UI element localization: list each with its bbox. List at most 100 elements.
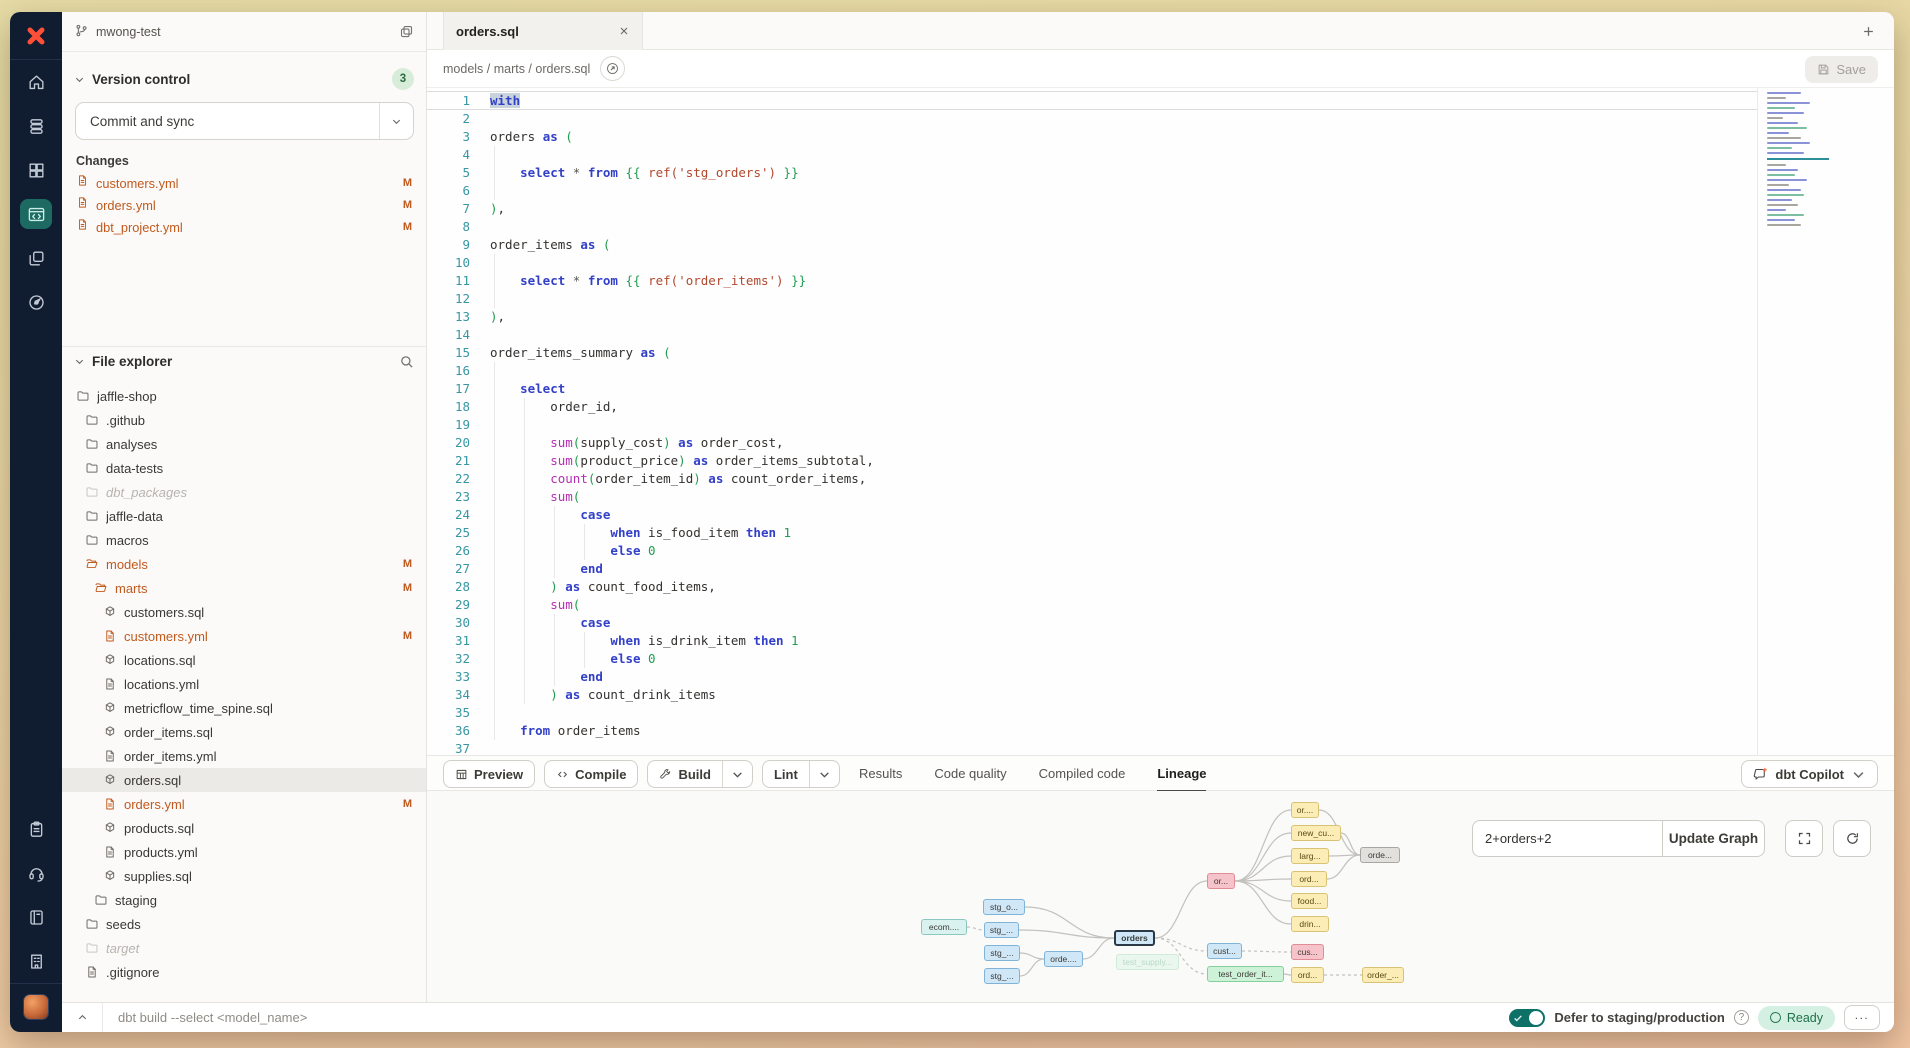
lineage-panel[interactable]: ecom....stg_o...stg_...stg_...stg_...ord… (427, 791, 1894, 1002)
apps-grid-icon[interactable] (10, 148, 62, 192)
commit-options-chevron-icon[interactable] (379, 103, 413, 139)
lineage-node-larg[interactable]: larg... (1291, 848, 1329, 864)
lint-options-chevron-icon[interactable] (809, 761, 839, 787)
lineage-node-test_supply[interactable]: test_supply... (1116, 954, 1179, 970)
file-tree-item-products.sql[interactable]: products.sql (62, 816, 426, 840)
lineage-node-ecom[interactable]: ecom.... (921, 919, 967, 935)
lineage-node-orders[interactable]: orders (1114, 930, 1155, 946)
preview-button[interactable]: Preview (443, 760, 535, 788)
lineage-node-stg_[interactable]: stg_... (984, 968, 1020, 984)
file-tree-item-locations.yml[interactable]: locations.yml (62, 672, 426, 696)
status-bar: Defer to staging/production ? Ready ... (62, 1002, 1894, 1032)
close-tab-icon[interactable] (618, 25, 630, 37)
lineage-node-or[interactable]: or... (1207, 873, 1235, 889)
file-tree-item-customers.sql[interactable]: customers.sql (62, 600, 426, 624)
copy-branch-icon[interactable] (399, 24, 414, 39)
refresh-graph-button[interactable] (1833, 820, 1871, 857)
file-tree-item-jaffle-data[interactable]: jaffle-data (62, 504, 426, 528)
clipboard-icon[interactable] (10, 807, 62, 851)
editor-minimap[interactable] (1767, 92, 1829, 229)
compile-button[interactable]: Compile (544, 760, 638, 788)
lineage-node-order_[interactable]: order_... (1362, 967, 1404, 983)
file-tree-item-jaffle-shop[interactable]: jaffle-shop (62, 384, 426, 408)
app-window: mwong-test Version control 3 Commit and … (10, 12, 1894, 1032)
result-tab-compiled-code[interactable]: Compiled code (1039, 756, 1126, 792)
save-button[interactable]: Save (1805, 56, 1878, 83)
headset-support-icon[interactable] (10, 851, 62, 895)
dbt-copilot-button[interactable]: dbt Copilot (1741, 760, 1878, 788)
lineage-node-cus[interactable]: cus... (1291, 944, 1324, 960)
code-editor[interactable]: 1with23orders as (45 select * from {{ re… (427, 88, 1894, 755)
lint-button[interactable]: Lint (762, 760, 840, 788)
line-number: 16 (427, 362, 470, 380)
new-tab-button[interactable] (1856, 19, 1880, 43)
user-avatar[interactable] (23, 994, 49, 1020)
result-tab-results[interactable]: Results (859, 756, 902, 792)
lineage-selector-input[interactable] (1472, 820, 1662, 857)
lineage-node-ord[interactable]: ord... (1291, 871, 1327, 887)
building-icon[interactable] (10, 939, 62, 983)
changed-file-orders.yml[interactable]: orders.yml M (62, 194, 426, 216)
file-tree-item-order_items.sql[interactable]: order_items.sql (62, 720, 426, 744)
file-tree-item-marts[interactable]: martsM (62, 576, 426, 600)
help-icon[interactable]: ? (1734, 1010, 1749, 1025)
build-button[interactable]: Build (647, 760, 753, 788)
file-tree-item-products.yml[interactable]: products.yml (62, 840, 426, 864)
lineage-node-drin[interactable]: drin... (1291, 916, 1329, 932)
collapse-command-bar-button[interactable] (62, 1003, 103, 1032)
search-icon[interactable] (399, 354, 414, 369)
more-options-button[interactable]: ... (1844, 1005, 1880, 1030)
lineage-node-stg_[interactable]: stg_... (984, 945, 1020, 961)
file-tree-item-macros[interactable]: macros (62, 528, 426, 552)
lineage-node-new_cu[interactable]: new_cu... (1291, 825, 1341, 841)
chevron-down-icon[interactable] (74, 356, 85, 367)
develop-code-icon[interactable] (10, 192, 62, 236)
file-tree-item-.github[interactable]: .github (62, 408, 426, 432)
dbt-logo-icon[interactable] (10, 12, 62, 60)
deploy-stack-icon[interactable] (10, 104, 62, 148)
lineage-node-cust[interactable]: cust... (1207, 943, 1242, 959)
file-tree-item-staging[interactable]: staging (62, 888, 426, 912)
lineage-node-ord[interactable]: ord... (1291, 967, 1324, 983)
lineage-node-food[interactable]: food... (1291, 893, 1328, 909)
result-tab-lineage[interactable]: Lineage (1157, 756, 1206, 792)
lineage-node-stg_[interactable]: stg_... (984, 922, 1019, 938)
file-tree-item-orders.yml[interactable]: orders.ymlM (62, 792, 426, 816)
file-tree-item-metricflow_time_spine.sql[interactable]: metricflow_time_spine.sql (62, 696, 426, 720)
file-tree-item-analyses[interactable]: analyses (62, 432, 426, 456)
file-tree-item-dbt_packages[interactable]: dbt_packages (62, 480, 426, 504)
docs-book-icon[interactable] (10, 895, 62, 939)
home-icon[interactable] (10, 60, 62, 104)
build-options-chevron-icon[interactable] (722, 761, 752, 787)
tab-orders-sql[interactable]: orders.sql (443, 12, 643, 50)
lineage-node-test_order_it[interactable]: test_order_it... (1207, 966, 1284, 982)
file-tree-item-data-tests[interactable]: data-tests (62, 456, 426, 480)
changed-file-customers.yml[interactable]: customers.yml M (62, 172, 426, 194)
file-tree-item-supplies.sql[interactable]: supplies.sql (62, 864, 426, 888)
line-number: 12 (427, 290, 470, 308)
lineage-node-or[interactable]: or.... (1291, 802, 1319, 818)
chevron-down-icon[interactable] (74, 74, 85, 85)
file-tree-item-models[interactable]: modelsM (62, 552, 426, 576)
file-tree-item-order_items.yml[interactable]: order_items.yml (62, 744, 426, 768)
file-tree-item-.gitignore[interactable]: .gitignore (62, 960, 426, 984)
defer-toggle[interactable] (1509, 1009, 1545, 1027)
file-tree-item-locations.sql[interactable]: locations.sql (62, 648, 426, 672)
file-tree-item-customers.yml[interactable]: customers.ymlM (62, 624, 426, 648)
commit-and-sync-button[interactable]: Commit and sync (75, 102, 414, 140)
update-graph-button[interactable]: Update Graph (1662, 820, 1765, 857)
orbit-compass-icon[interactable] (10, 280, 62, 324)
file-tree-item-target[interactable]: target (62, 936, 426, 960)
duplicate-windows-icon[interactable] (10, 236, 62, 280)
command-input[interactable] (103, 1010, 1509, 1025)
file-tree-item-seeds[interactable]: seeds (62, 912, 426, 936)
status-ready-badge[interactable]: Ready (1758, 1006, 1835, 1030)
lineage-node-orde[interactable]: orde.... (1044, 951, 1083, 967)
fullscreen-graph-button[interactable] (1785, 820, 1823, 857)
lineage-node-stg_o[interactable]: stg_o... (983, 899, 1025, 915)
copy-path-icon[interactable] (600, 56, 625, 81)
lineage-node-orde[interactable]: orde... (1360, 847, 1400, 863)
changed-file-dbt_project.yml[interactable]: dbt_project.yml M (62, 216, 426, 238)
file-tree-item-orders.sql[interactable]: orders.sql (62, 768, 426, 792)
result-tab-code-quality[interactable]: Code quality (934, 756, 1006, 792)
